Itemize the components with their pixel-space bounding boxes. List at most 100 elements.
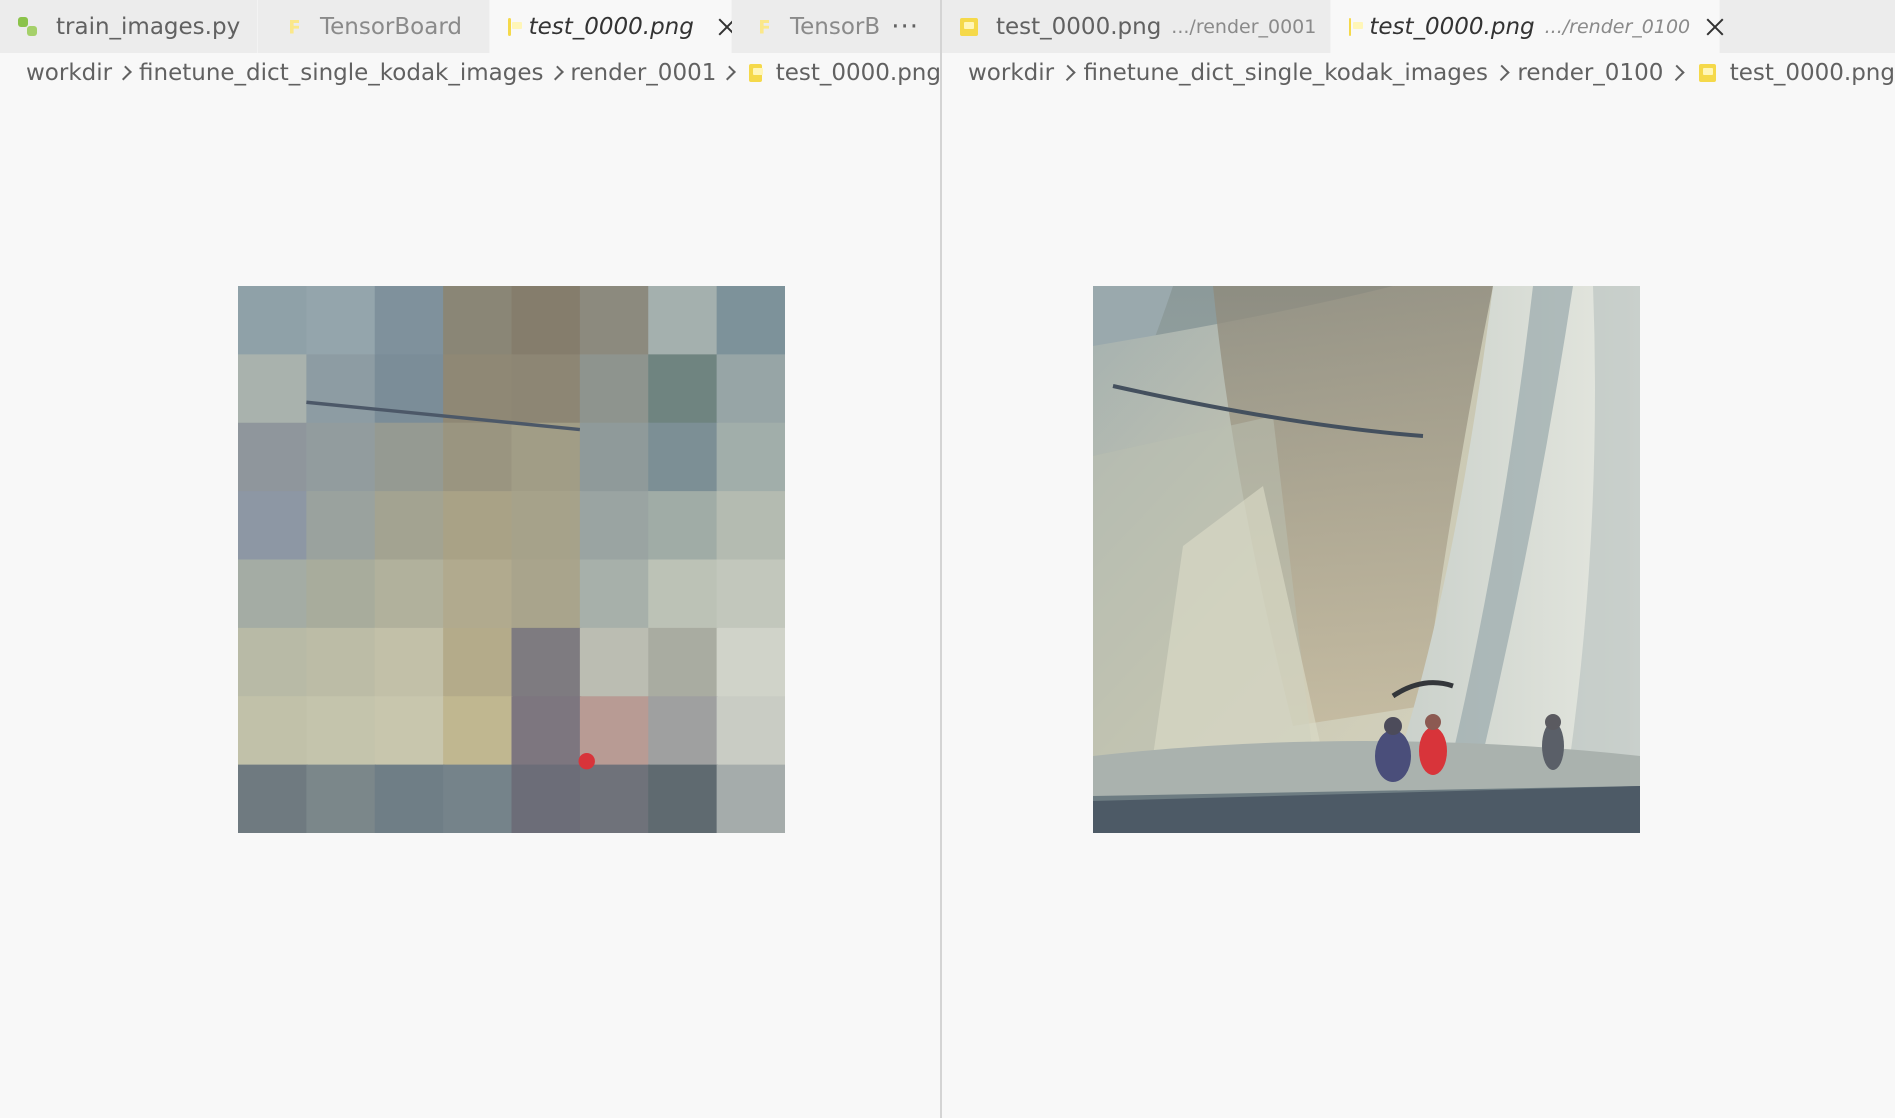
- tab-test-0000-png[interactable]: test_0000.png: [490, 0, 732, 53]
- tab-label: TensorBoard: [320, 13, 462, 40]
- image-tile: [716, 491, 785, 561]
- image-tile: [238, 627, 308, 698]
- close-icon[interactable]: [1704, 16, 1707, 38]
- tab-label: TensorBo: [790, 13, 895, 40]
- image-tile: [306, 422, 377, 493]
- image-file-icon: [508, 17, 520, 36]
- image-tile: [648, 491, 718, 561]
- image-tile: [374, 696, 445, 766]
- tab-train-images-py[interactable]: train_images.py: [0, 0, 258, 53]
- sail-image: [1093, 286, 1640, 833]
- image-tile: [579, 491, 650, 561]
- breadcrumb-item[interactable]: test_0000.png: [776, 60, 941, 86]
- image-tile: [238, 559, 308, 630]
- tab-test-0000-render-0100[interactable]: test_0000.png .../render_0100: [1331, 0, 1720, 53]
- image-tile: [306, 696, 377, 766]
- image-tile: [374, 559, 445, 630]
- image-tile: [579, 559, 650, 630]
- breadcrumb: workdir finetune_dict_single_kodak_image…: [942, 53, 1895, 93]
- editor-group-right: test_0000.png .../render_0001 test_0000.…: [942, 0, 1895, 1118]
- image-tile: [306, 559, 377, 630]
- image-tile: [648, 627, 718, 698]
- breadcrumb-item[interactable]: workdir: [968, 60, 1054, 86]
- tab-description: .../render_0100: [1544, 15, 1691, 38]
- tab-label: test_0000.png: [528, 13, 694, 40]
- image-tile: [443, 491, 513, 561]
- blocky-sail-image: [238, 286, 785, 833]
- breadcrumb-item[interactable]: workdir: [26, 60, 112, 86]
- image-tile: [306, 286, 377, 356]
- tab-bar-left: train_images.py TensorBoard test_0000.pn…: [0, 0, 941, 53]
- image-tile: [306, 627, 377, 698]
- image-tile: [238, 764, 308, 833]
- editor-window: train_images.py TensorBoard test_0000.pn…: [0, 0, 1895, 1118]
- breadcrumb-item[interactable]: finetune_dict_single_kodak_images: [1084, 60, 1489, 86]
- tab-test-0000-render-0001[interactable]: test_0000.png .../render_0001: [942, 0, 1331, 53]
- image-tile: [579, 354, 650, 425]
- more-actions-icon[interactable]: ···: [881, 0, 941, 53]
- tab-bar-right: test_0000.png .../render_0001 test_0000.…: [942, 0, 1895, 53]
- image-tile: [511, 286, 582, 356]
- image-file-icon: [960, 17, 978, 36]
- image-tile: [306, 354, 377, 425]
- image-tile: [374, 491, 445, 561]
- image-tile: [716, 354, 785, 425]
- image-tile: [648, 559, 718, 630]
- image-tile: [511, 696, 582, 766]
- chevron-right-icon: [548, 65, 564, 81]
- breadcrumb: workdir finetune_dict_single_kodak_image…: [0, 53, 941, 93]
- breadcrumb-item[interactable]: render_0001: [570, 60, 716, 86]
- image-preview-render-0001: [238, 286, 785, 833]
- tab-tensorboard[interactable]: TensorBoard: [258, 0, 490, 53]
- image-tile: [716, 627, 785, 698]
- image-tile: [648, 764, 718, 833]
- image-tile: [238, 491, 308, 561]
- image-tile: [716, 559, 785, 630]
- image-tile: [443, 422, 513, 493]
- image-tile: [238, 696, 308, 766]
- image-tile: [443, 627, 513, 698]
- image-file-icon: [1698, 64, 1716, 82]
- image-tile: [648, 286, 718, 356]
- image-tile: [716, 696, 785, 766]
- image-tile: [443, 559, 513, 630]
- image-tile: [238, 422, 308, 493]
- tensorboard-icon: [286, 18, 302, 36]
- breadcrumb-item[interactable]: render_0100: [1517, 60, 1663, 86]
- image-tile: [374, 422, 445, 493]
- python-file-icon: [18, 16, 38, 37]
- image-tile: [443, 696, 513, 766]
- image-tile: [238, 354, 308, 425]
- tensorboard-icon: [756, 18, 772, 36]
- image-tile: [306, 764, 377, 833]
- image-tile: [306, 491, 377, 561]
- chevron-right-icon: [117, 65, 132, 81]
- image-tile: [511, 559, 582, 630]
- image-tile: [511, 627, 582, 698]
- image-tile: [511, 422, 582, 493]
- image-tile: [648, 354, 718, 425]
- image-tile: [648, 422, 718, 493]
- image-tile: [238, 286, 308, 356]
- close-icon[interactable]: [716, 16, 719, 38]
- image-tile: [374, 764, 445, 833]
- image-file-icon: [1349, 17, 1366, 36]
- chevron-right-icon: [721, 65, 737, 81]
- image-tile: [579, 764, 650, 833]
- image-tile: [443, 286, 513, 356]
- image-tile: [716, 286, 785, 356]
- breadcrumb-item[interactable]: test_0000.png: [1730, 60, 1895, 86]
- image-tile: [374, 627, 445, 698]
- image-tile: [716, 422, 785, 493]
- image-tile: [579, 422, 650, 493]
- tab-label: test_0000.png: [996, 13, 1162, 40]
- breadcrumb-item[interactable]: finetune_dict_single_kodak_images: [139, 60, 544, 86]
- editor-group-left: train_images.py TensorBoard test_0000.pn…: [0, 0, 941, 1118]
- chevron-right-icon: [1493, 64, 1510, 82]
- image-tile: [716, 764, 785, 833]
- image-file-icon: [749, 64, 764, 82]
- image-tile: [374, 286, 445, 356]
- tab-description: .../render_0001: [1171, 15, 1317, 38]
- red-figure: [578, 753, 595, 770]
- image-tile: [443, 764, 513, 833]
